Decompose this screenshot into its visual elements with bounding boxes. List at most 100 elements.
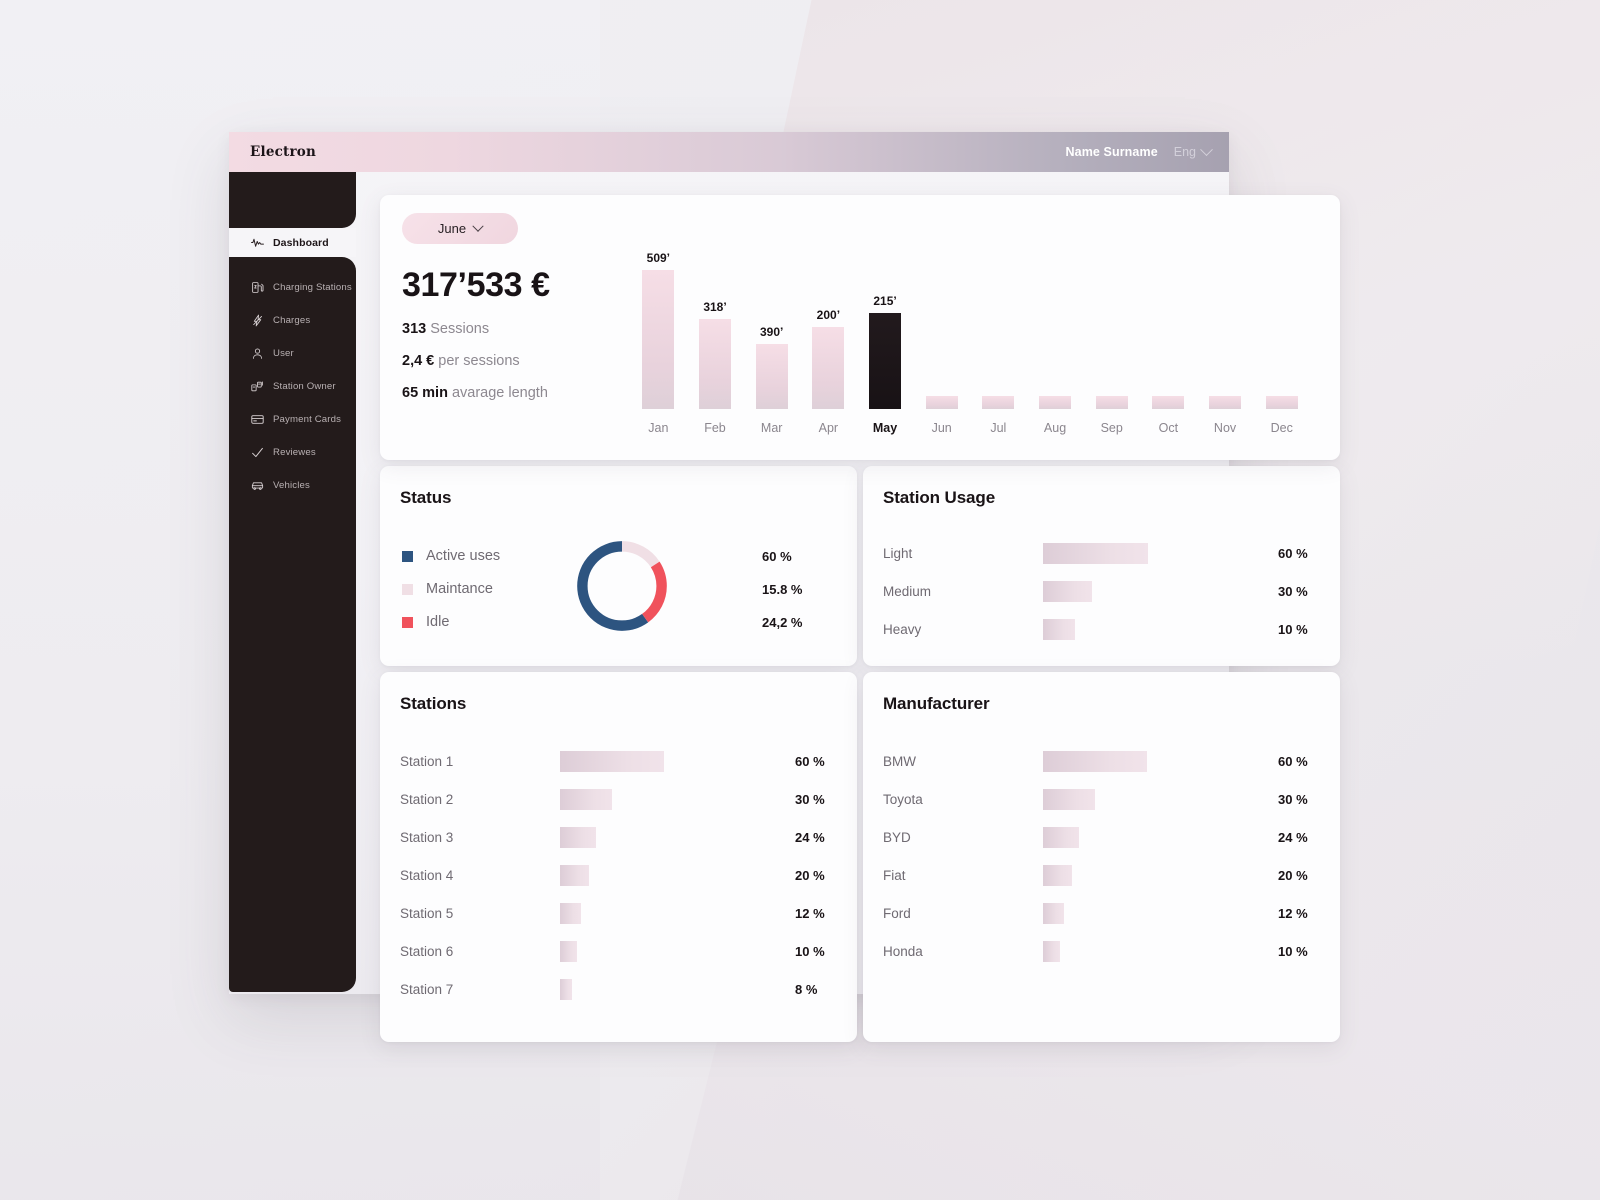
bar-rect [1095, 396, 1128, 409]
bar-column[interactable]: 200’ Apr [800, 251, 857, 435]
hbar-fill [1043, 580, 1092, 602]
hbar-track [1043, 826, 1223, 848]
bar-column[interactable]: Jul [970, 251, 1027, 435]
hbar-track [1043, 902, 1223, 924]
cards-row-2: Stations Station 1 60 % Station 2 30 % Stati… [380, 672, 1340, 1042]
hbar-track [1043, 580, 1223, 602]
hbar-category-label: Station 6 [400, 943, 454, 959]
bar-column[interactable]: Sep [1083, 251, 1140, 435]
sidebar-item-station-owner[interactable]: Station Owner [229, 370, 356, 403]
sidebar-item-label: User [273, 348, 294, 359]
legend-color-swatch [402, 616, 413, 628]
hbar-row[interactable]: Fiat 20 % [883, 856, 1320, 894]
hbar-percent-value: 30 % [1278, 791, 1308, 807]
bar-column[interactable]: Dec [1253, 251, 1310, 435]
hbar-fill [1043, 542, 1148, 564]
hbar-percent-value: 10 % [795, 943, 825, 959]
hbar-percent-value: 12 % [795, 905, 825, 921]
language-label: Eng [1173, 145, 1196, 159]
sidebar-item-dashboard[interactable]: Dashboard [229, 228, 356, 257]
sidebar-item-label: Charging Stations [273, 282, 352, 293]
hbar-fill [560, 978, 572, 1000]
hbar-percent-value: 8 % [795, 981, 818, 997]
hbar-row[interactable]: Medium 30 % [883, 572, 1320, 610]
donut-svg [577, 541, 667, 631]
sidebar-item-charges[interactable]: Charges [229, 304, 356, 337]
hbar-percent-value: 30 % [1278, 583, 1308, 599]
station-usage-card: Station Usage Light 60 % Medium 30 % Heavy 10… [863, 466, 1340, 666]
legend-color-swatch [402, 583, 413, 595]
sidebar-items-list: Charging Stations Charges User Station O… [229, 257, 356, 992]
car-icon [251, 479, 264, 492]
sidebar-top-panel [229, 172, 356, 228]
hbar-row[interactable]: Station 7 8 % [400, 970, 837, 1008]
hbar-category-label: Station 2 [400, 791, 454, 807]
bar-column[interactable]: Jun [913, 251, 970, 435]
kpi-average-length-value: 65 min [402, 385, 448, 401]
bar-column[interactable]: 509’ Jan [630, 251, 687, 435]
hbar-row[interactable]: Honda 10 % [883, 932, 1320, 970]
kpi-average-length-label: avarage length [451, 385, 548, 401]
hbar-fill [560, 750, 664, 772]
bar-category-label: Dec [1270, 421, 1293, 435]
sidebar-item-label: Payment Cards [273, 414, 342, 425]
hbar-row[interactable]: Ford 12 % [883, 894, 1320, 932]
main-content: June 317’533 € 313 Sessions 2,4 € per se… [380, 195, 1340, 1042]
hbar-row[interactable]: BMW 60 % [883, 742, 1320, 780]
hbar-row[interactable]: Station 4 20 % [400, 856, 837, 894]
bar-column[interactable]: 215’ May [857, 251, 914, 435]
kpi-sessions-value: 313 [402, 321, 427, 337]
user-icon [251, 347, 264, 360]
bar-column[interactable]: Aug [1027, 251, 1084, 435]
manufacturer-card-title: Manufacturer [883, 694, 990, 713]
hbar-row[interactable]: Station 1 60 % [400, 742, 837, 780]
bar-chart-bars: 509’ Jan 318’ Feb 390’ Mar 200’ Apr 215’ May Jun Ju… [630, 251, 1310, 435]
hbar-row[interactable]: Station 5 12 % [400, 894, 837, 932]
bar-column[interactable]: 318’ Feb [687, 251, 744, 435]
app-brand-logo: Electron [250, 144, 316, 160]
bar-rect [925, 396, 958, 409]
status-card: Status Active uses Maintance Idle 60 % 15.8… [380, 466, 857, 666]
status-legend-row[interactable]: Active uses [402, 540, 570, 573]
hbar-track [1043, 750, 1223, 772]
status-legend-row[interactable]: Maintance [402, 573, 570, 606]
bar-column[interactable]: Nov [1197, 251, 1254, 435]
bar-rect [1152, 396, 1185, 409]
hbar-row[interactable]: Heavy 10 % [883, 610, 1320, 648]
hbar-percent-value: 60 % [795, 753, 825, 769]
check-icon [251, 446, 264, 459]
top-bar-right-group: Name Surname Eng [1066, 132, 1229, 172]
bar-column[interactable]: 390’ Mar [743, 251, 800, 435]
language-switcher[interactable]: Eng [1173, 142, 1213, 159]
hbar-row[interactable]: Toyota 30 % [883, 780, 1320, 818]
hbar-fill [1043, 750, 1147, 772]
status-legend-row[interactable]: Idle [402, 606, 570, 639]
sidebar-item-user[interactable]: User [229, 337, 356, 370]
hbar-track [1043, 864, 1223, 886]
manufacturer-card: Manufacturer BMW 60 % Toyota 30 % BYD 24 % Fia… [863, 672, 1340, 1042]
sidebar-item-label: Charges [273, 315, 311, 326]
user-name-label[interactable]: Name Surname [1066, 145, 1158, 159]
bar-column[interactable]: Oct [1140, 251, 1197, 435]
hbar-row[interactable]: BYD 24 % [883, 818, 1320, 856]
kpi-per-session-value: 2,4 € [402, 353, 435, 369]
hbar-row[interactable]: Station 6 10 % [400, 932, 837, 970]
legend-label: Maintance [426, 581, 493, 597]
sidebar-item-charging-stations[interactable]: Charging Stations [229, 271, 356, 304]
bar-category-label: Feb [704, 421, 726, 435]
month-select-dropdown[interactable]: June [402, 213, 518, 244]
sidebar-item-reviewes[interactable]: Reviewes [229, 436, 356, 469]
hbar-row[interactable]: Station 3 24 % [400, 818, 837, 856]
hbar-fill [1043, 618, 1075, 640]
bar-rect [869, 313, 902, 409]
hbar-percent-value: 60 % [1278, 753, 1308, 769]
hbar-category-label: Station 3 [400, 829, 454, 845]
hbar-row[interactable]: Station 2 30 % [400, 780, 837, 818]
sidebar-item-vehicles[interactable]: Vehicles [229, 469, 356, 502]
hbar-track [560, 864, 740, 886]
hbar-row[interactable]: Light 60 % [883, 534, 1320, 572]
sidebar-item-payment-cards[interactable]: Payment Cards [229, 403, 356, 436]
bar-category-label: Jul [990, 421, 1007, 435]
hbar-fill [1043, 902, 1064, 924]
status-donut-chart [570, 534, 688, 644]
